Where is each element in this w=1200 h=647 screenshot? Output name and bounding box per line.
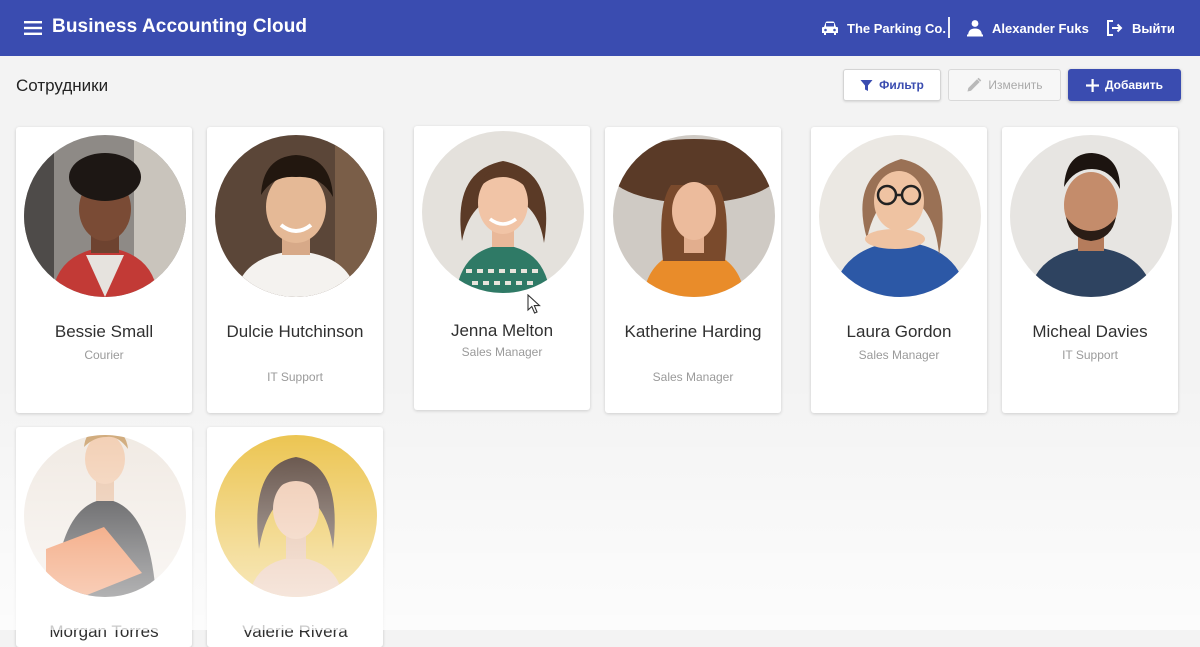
company-switcher[interactable]: The Parking Co. [821,19,946,37]
filter-button[interactable]: Фильтр [843,69,941,101]
employee-photo [613,135,775,297]
employee-role: Courier [84,348,124,362]
logout-label: Выйти [1132,20,1175,36]
employee-photo [24,135,186,297]
employee-card[interactable]: Valerie Rivera [207,427,383,647]
logout-icon [1107,20,1123,36]
employee-photo [24,435,186,597]
employee-name: Laura Gordon [846,322,952,341]
company-name: The Parking Co. [847,20,946,36]
app-bar: Business Accounting Cloud The Parking Co… [0,0,1200,56]
user-name: Alexander Fuks [992,20,1089,36]
add-button[interactable]: Добавить [1068,69,1181,101]
employee-photo [422,131,584,293]
employee-name: Bessie Small [54,322,154,341]
employee-card[interactable]: Morgan Torres [16,427,192,647]
menu-icon[interactable] [24,19,42,37]
employee-card[interactable]: Micheal Davies IT Support [1002,127,1178,413]
employee-name: Katherine Harding [624,322,762,341]
pencil-icon [967,77,982,92]
app-title: Business Accounting Cloud [52,16,308,37]
employee-name: Valerie Rivera [242,622,348,641]
employee-role: Sales Manager [652,370,734,384]
employee-card[interactable]: Laura Gordon Sales Manager [811,127,987,413]
filter-icon [860,79,873,91]
mouse-cursor-icon [527,294,541,314]
employee-card[interactable]: Dulcie Hutchinson IT Support [207,127,383,413]
employee-photo [1010,135,1172,297]
employee-card[interactable]: Katherine Harding Sales Manager [605,127,781,413]
employee-card[interactable]: Jenna Melton Sales Manager [414,126,590,410]
logout-button[interactable]: Выйти [1106,19,1175,37]
employee-name: Morgan Torres [49,622,159,641]
page-toolbar: Сотрудники Фильтр Изменить Добавить [0,56,1200,116]
employee-role: IT Support [267,370,323,384]
employee-name: Dulcie Hutchinson [226,322,364,341]
employee-name: Jenna Melton [450,321,554,340]
edit-button[interactable]: Изменить [948,69,1061,101]
employee-photo [215,135,377,297]
plus-icon [1085,78,1099,92]
edit-button-label: Изменить [988,78,1043,92]
employee-photo [819,135,981,297]
topbar-divider [948,17,950,38]
employee-role: Sales Manager [461,345,543,359]
employee-role: Sales Manager [858,348,940,362]
add-button-label: Добавить [1104,78,1164,92]
employee-name: Micheal Davies [1032,322,1148,341]
page-title: Сотрудники [16,76,109,95]
user-menu[interactable]: Alexander Fuks [966,19,1089,37]
car-icon [822,21,838,35]
employee-role: IT Support [1062,348,1118,362]
filter-button-label: Фильтр [879,78,924,92]
user-icon [967,20,983,37]
employee-card[interactable]: Bessie Small Courier [16,127,192,413]
employee-photo [215,435,377,597]
